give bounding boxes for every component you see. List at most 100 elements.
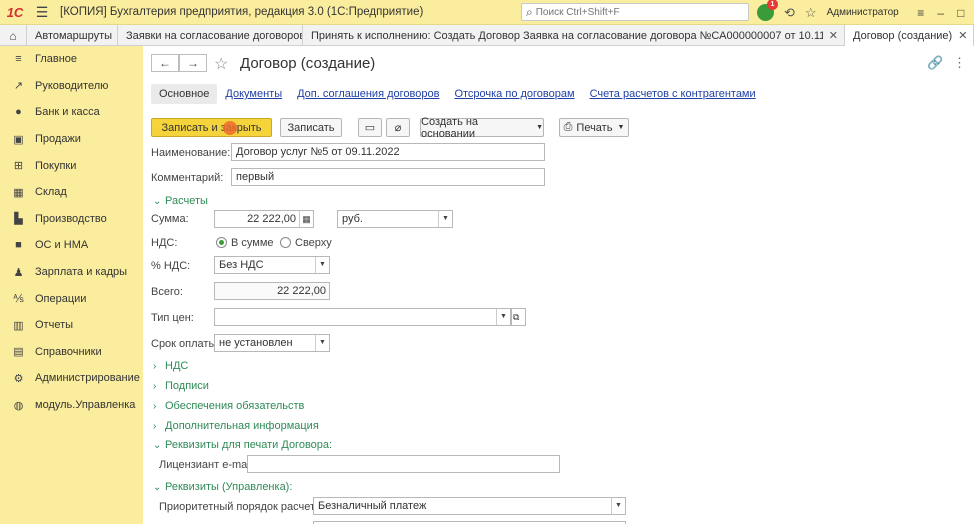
- vat-label: НДС:: [151, 237, 178, 249]
- payment-order-field[interactable]: Безналичный платеж ▼: [313, 497, 626, 515]
- settings-icon[interactable]: ≡: [911, 6, 931, 20]
- close-tab-icon[interactable]: ✕: [958, 29, 967, 42]
- printer-icon: ⎙: [563, 121, 573, 133]
- sidebar-item-warehouse[interactable]: ▦ Склад: [0, 179, 143, 206]
- sum-label: Сумма:: [151, 213, 189, 225]
- price-type-label: Тип цен:: [151, 312, 194, 324]
- sum-field[interactable]: 22 222,00 ▦: [214, 210, 314, 228]
- link-icon[interactable]: 🔗: [927, 55, 943, 71]
- chevron-right-icon: ›: [153, 401, 157, 412]
- dropdown-arrow-icon[interactable]: ▼: [315, 335, 329, 351]
- save-button[interactable]: Записать: [280, 118, 342, 137]
- factory-icon: ▙: [14, 213, 23, 226]
- dropdown-arrow-icon[interactable]: ▼: [496, 309, 510, 325]
- mgmt-details-section-toggle[interactable]: ⌄ Реквизиты (Управленка):: [153, 481, 292, 493]
- tab-automarshruty[interactable]: Автомаршруты✕: [27, 25, 118, 46]
- print-details-section-toggle[interactable]: ⌄ Реквизиты для печати Договора:: [153, 439, 332, 451]
- tab-contract-requests[interactable]: Заявки на согласование договоров✕: [118, 25, 303, 46]
- licensee-email-label: Лицензиант e-mail:: [159, 459, 256, 471]
- global-search[interactable]: ⌕: [521, 3, 749, 21]
- person-icon: ♟: [13, 266, 24, 279]
- sidebar-item-bank[interactable]: ● Банк и касса: [0, 99, 143, 126]
- close-tab-icon[interactable]: ✕: [829, 29, 838, 42]
- bag-icon: ▣: [13, 133, 24, 146]
- history-icon[interactable]: ⟲: [784, 5, 795, 21]
- chevron-right-icon: ›: [153, 381, 157, 392]
- truck-icon: ■: [15, 239, 22, 252]
- sidebar-item-sales[interactable]: ▣ Продажи: [0, 126, 143, 153]
- sidebar-item-reports[interactable]: ▥ Отчеты: [0, 312, 143, 339]
- document-icon[interactable]: ▭: [358, 118, 382, 137]
- forward-arrow-icon[interactable]: →: [179, 54, 207, 72]
- sidebar-item-assets[interactable]: ■ ОС и НМА: [0, 232, 143, 259]
- sidebar-item-catalogs[interactable]: ▤ Справочники: [0, 339, 143, 366]
- vat-on-top-radio[interactable]: [280, 237, 291, 248]
- sidebar-item-production[interactable]: ▙ Производство: [0, 206, 143, 233]
- vat-on-top-label: Сверху: [295, 237, 332, 249]
- calculator-icon[interactable]: ▦: [299, 211, 313, 227]
- maximize-icon[interactable]: □: [951, 6, 971, 20]
- name-field[interactable]: Договор услуг №5 от 09.11.2022: [231, 143, 545, 161]
- chart-icon: ▥: [13, 319, 24, 332]
- comment-field[interactable]: первый: [231, 168, 545, 186]
- print-button[interactable]: ⎙ Печать ▼: [559, 118, 629, 137]
- tab-supplementary-agreements[interactable]: Доп. соглашения договоров: [297, 88, 439, 100]
- sidebar-item-purchases[interactable]: ⊞ Покупки: [0, 152, 143, 179]
- vat-rate-field[interactable]: Без НДС ▼: [214, 256, 330, 274]
- page-title: Договор (создание): [240, 55, 376, 72]
- search-input[interactable]: [535, 6, 726, 18]
- vat-in-sum-radio[interactable]: [216, 237, 227, 248]
- sidebar-item-module[interactable]: ◍ модуль.Управленка: [0, 392, 143, 419]
- vat-rate-label: % НДС:: [151, 260, 191, 272]
- open-link-icon[interactable]: ⧉: [511, 308, 526, 326]
- attachment-icon[interactable]: ⌀: [386, 118, 410, 137]
- vat-section-toggle[interactable]: › НДС: [153, 360, 188, 372]
- home-icon[interactable]: ⌂: [0, 25, 27, 46]
- coin-icon: ●: [15, 106, 22, 119]
- minimize-icon[interactable]: –: [931, 6, 951, 20]
- save-and-close-button[interactable]: Записать и закрыть: [151, 118, 272, 137]
- sidebar-item-operations[interactable]: ⅍ Операции: [0, 285, 143, 312]
- name-label: Наименование:: [151, 147, 231, 159]
- sidebar-item-payroll[interactable]: ♟ Зарплата и кадры: [0, 259, 143, 286]
- dropdown-arrow-icon[interactable]: ▼: [315, 257, 329, 273]
- price-type-field[interactable]: ▼: [214, 308, 511, 326]
- tab-main[interactable]: Основное: [151, 84, 218, 104]
- pay-term-field[interactable]: не установлен ▼: [214, 334, 330, 352]
- total-label: Всего:: [151, 286, 183, 298]
- tab-deferral[interactable]: Отсрочка по договорам: [454, 88, 574, 100]
- main-menu-icon[interactable]: ☰: [30, 4, 54, 21]
- dropdown-arrow-icon[interactable]: ▼: [611, 498, 625, 514]
- tab-documents[interactable]: Документы: [225, 88, 282, 100]
- comment-label: Комментарий:: [151, 172, 224, 184]
- sidebar-item-manager[interactable]: ↗ Руководителю: [0, 73, 143, 100]
- obligations-section-toggle[interactable]: › Обеспечения обязательств: [153, 400, 304, 412]
- additional-section-toggle[interactable]: › Дополнительная информация: [153, 420, 319, 432]
- app-logo: 1С: [6, 4, 24, 20]
- notifications-icon[interactable]: 1: [757, 0, 778, 21]
- menu-icon: ≡: [15, 53, 22, 66]
- operations-icon: ⅍: [13, 292, 24, 305]
- pay-term-label: Срок оплаты:: [151, 338, 220, 350]
- create-based-on-button[interactable]: Создать на основании ▼: [420, 116, 544, 140]
- currency-field[interactable]: руб. ▼: [337, 210, 453, 228]
- sidebar-item-main[interactable]: ≡ Главное: [0, 46, 143, 73]
- form-subtabs: Основное Документы Доп. соглашения догов…: [151, 83, 771, 105]
- chevron-down-icon: ⌄: [153, 440, 162, 451]
- favorites-star-icon[interactable]: ☆: [805, 5, 817, 21]
- dropdown-arrow-icon[interactable]: ▼: [438, 211, 452, 227]
- cursor-highlight: [223, 121, 237, 135]
- signers-section-toggle[interactable]: › Подписи: [153, 380, 209, 392]
- user-name[interactable]: Администратор: [827, 7, 899, 18]
- tab-settlement-accounts[interactable]: Счета расчетов с контрагентами: [590, 88, 756, 100]
- calc-section-toggle[interactable]: ⌄ Расчеты: [153, 195, 208, 207]
- licensee-email-field[interactable]: [247, 455, 560, 473]
- sidebar-item-admin[interactable]: ⚙ Администрирование: [0, 365, 143, 392]
- back-arrow-icon[interactable]: ←: [151, 54, 179, 72]
- more-icon[interactable]: ⋮: [953, 55, 966, 71]
- dropdown-arrow-icon: ▼: [617, 124, 625, 131]
- warehouse-icon: ▦: [13, 186, 24, 199]
- tab-accept-execution[interactable]: Принять к исполнению: Создать Договор За…: [303, 25, 845, 46]
- favorite-star-icon[interactable]: ☆: [214, 54, 228, 74]
- tab-contract-create[interactable]: Договор (создание) ✕: [845, 25, 974, 46]
